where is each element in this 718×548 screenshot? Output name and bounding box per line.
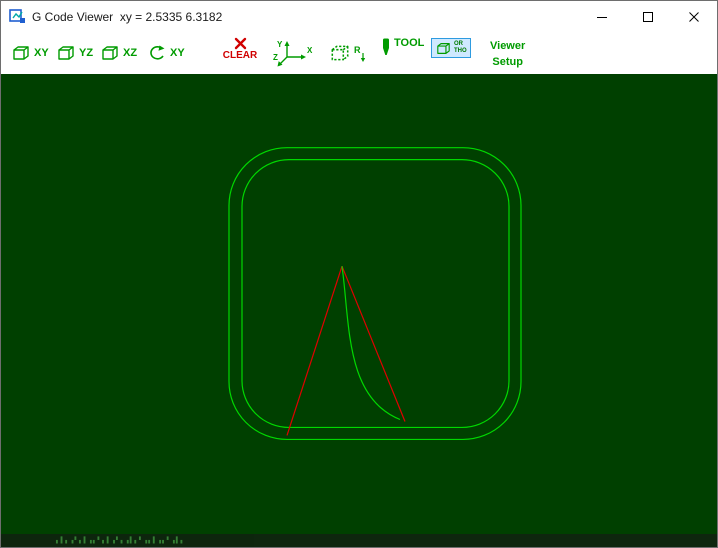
title-bar: G Code Viewer xy = 2.5335 6.3182 [1,1,717,32]
minimize-icon [597,16,607,18]
maximize-button[interactable] [625,1,671,32]
view-xy-button[interactable]: XY [11,45,49,61]
view-xy-label: XY [34,46,49,59]
axis-x-label: X [307,46,313,55]
ortho-label-group: OR THO [454,41,467,55]
window-title: G Code Viewer xy = 2.5335 6.3182 [32,9,223,24]
toolbar: XY YZ XZ XY CLEAR Y X Z R TOOL OR THO Vi… [1,32,717,74]
ortho-label-line1: OR [454,41,463,47]
tool-button[interactable]: TOOL [381,38,424,57]
ortho-cube-icon [435,42,452,55]
rapid-move-left-line [286,265,343,436]
rotate-xy-label: XY [170,46,185,59]
toolpath-inner-rounded-rect [241,159,510,429]
rotate-arrow-icon [150,45,165,60]
status-strip: ▖▌▖▗▘▖▌▗▖▘▖▌▗▘▖▗▌▖▘▗▖▌▗▖▘▗▌▖ [1,534,717,547]
gcode-canvas[interactable] [1,74,717,534]
ortho-toggle-button[interactable]: OR THO [431,38,471,59]
axes-orientation-button[interactable]: Y X Z [273,38,315,68]
close-button[interactable] [671,1,717,32]
clear-label: CLEAR [222,50,258,61]
gcode-drawing [228,147,522,441]
viewer-setup-line1: Viewer [490,40,526,52]
clear-x-icon [234,37,246,50]
clear-button[interactable]: CLEAR [217,37,263,61]
maximize-icon [643,11,653,22]
minimize-button[interactable] [579,1,625,32]
rotate-r-glyph: R [354,45,366,62]
view-xz-button[interactable]: XZ [100,45,137,61]
view-xz-label: XZ [123,46,138,59]
status-glyphs: ▖▌▖▗▘▖▌▗▖▘▖▌▗▘▖▗▌▖▘▗▖▌▗▖▘▗▌▖ [56,537,186,544]
ortho-label-line2: THO [454,48,467,55]
axes-icon: Y X Z [273,40,313,67]
rotate-r-label: R [354,45,361,55]
view-yz-label: YZ [79,46,94,59]
view-yz-button[interactable]: YZ [56,45,93,61]
cube-xz-icon [100,45,120,61]
tool-icon [383,38,389,55]
tool-label: TOOL [394,37,425,49]
rotate-xy-button[interactable]: XY [147,44,185,62]
viewer-setup-line2: Setup [492,55,523,68]
rotate-r-button[interactable]: R [329,43,368,63]
toolpath-outer-rounded-rect [228,147,522,441]
viewer-setup-button[interactable]: Viewer Setup [490,40,525,68]
gcode-viewer-window: G Code Viewer xy = 2.5335 6.3182 XY YZ X… [0,0,718,548]
cube-yz-icon [56,45,76,61]
axis-z-label: Z [273,53,278,62]
axis-y-label: Y [277,40,283,49]
app-icon[interactable] [9,8,26,25]
dashed-cube-icon [329,44,351,62]
close-icon [689,11,699,22]
cube-xy-icon [11,45,31,61]
